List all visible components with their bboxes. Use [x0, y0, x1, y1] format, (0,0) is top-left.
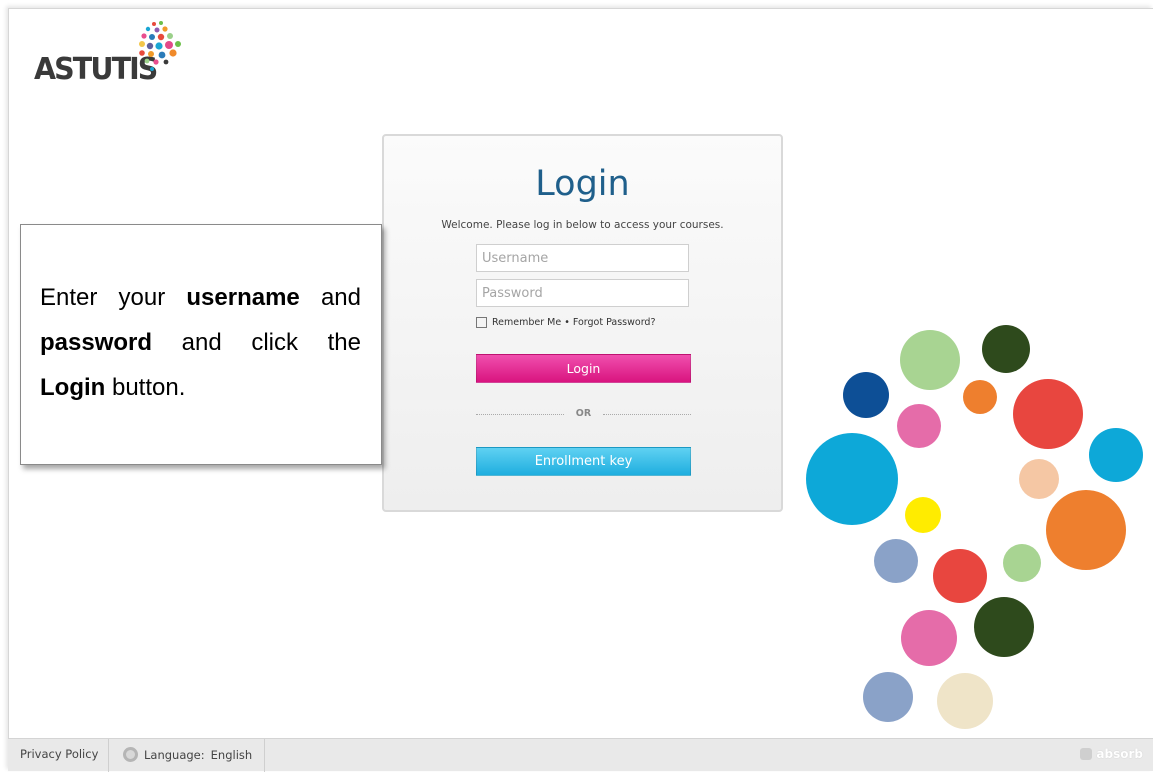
enrollment-key-button[interactable]: Enrollment key	[476, 447, 691, 476]
login-card: Login Welcome. Please log in below to ac…	[382, 134, 783, 512]
bullet-separator: •	[564, 317, 570, 328]
callout-bold-username: username	[186, 284, 300, 311]
absorb-brand-text: absorb	[1096, 747, 1143, 761]
instruction-callout: Enter your username and password and cli…	[20, 224, 382, 465]
forgot-password-link[interactable]: Forgot Password?	[573, 317, 656, 328]
callout-bold-login: Login	[40, 374, 106, 401]
language-value: English	[210, 747, 253, 762]
globe-icon	[123, 747, 138, 762]
language-label: Language:	[144, 747, 205, 762]
callout-bold-password: password	[40, 329, 153, 356]
astutis-dots-icon	[139, 21, 181, 71]
remember-me-checkbox[interactable]	[476, 317, 487, 328]
astutis-logo: ASTUTIS	[34, 20, 204, 92]
username-input[interactable]	[476, 244, 689, 272]
login-title: Login	[535, 164, 630, 204]
footer-divider	[108, 739, 109, 772]
or-divider: OR	[476, 408, 691, 422]
login-button[interactable]: Login	[476, 354, 691, 383]
callout-text: Enter your	[40, 284, 187, 311]
password-input[interactable]	[476, 279, 689, 307]
divider-line	[603, 414, 691, 415]
remember-me-label[interactable]: Remember Me	[492, 317, 561, 328]
remember-row: Remember Me • Forgot Password?	[476, 317, 656, 328]
privacy-policy-link[interactable]: Privacy Policy	[20, 747, 98, 761]
callout-text: and	[299, 284, 361, 311]
language-selector[interactable]: Language: English	[123, 747, 252, 762]
footer-divider	[264, 739, 265, 772]
welcome-text: Welcome. Please log in below to access y…	[441, 219, 724, 231]
callout-text: and click the	[152, 329, 361, 356]
absorb-logo-icon	[1080, 748, 1093, 760]
absorb-brand: absorb	[1080, 747, 1143, 761]
callout-text: button.	[105, 374, 186, 401]
footer-bar: Privacy Policy Language: English absorb	[8, 738, 1153, 772]
